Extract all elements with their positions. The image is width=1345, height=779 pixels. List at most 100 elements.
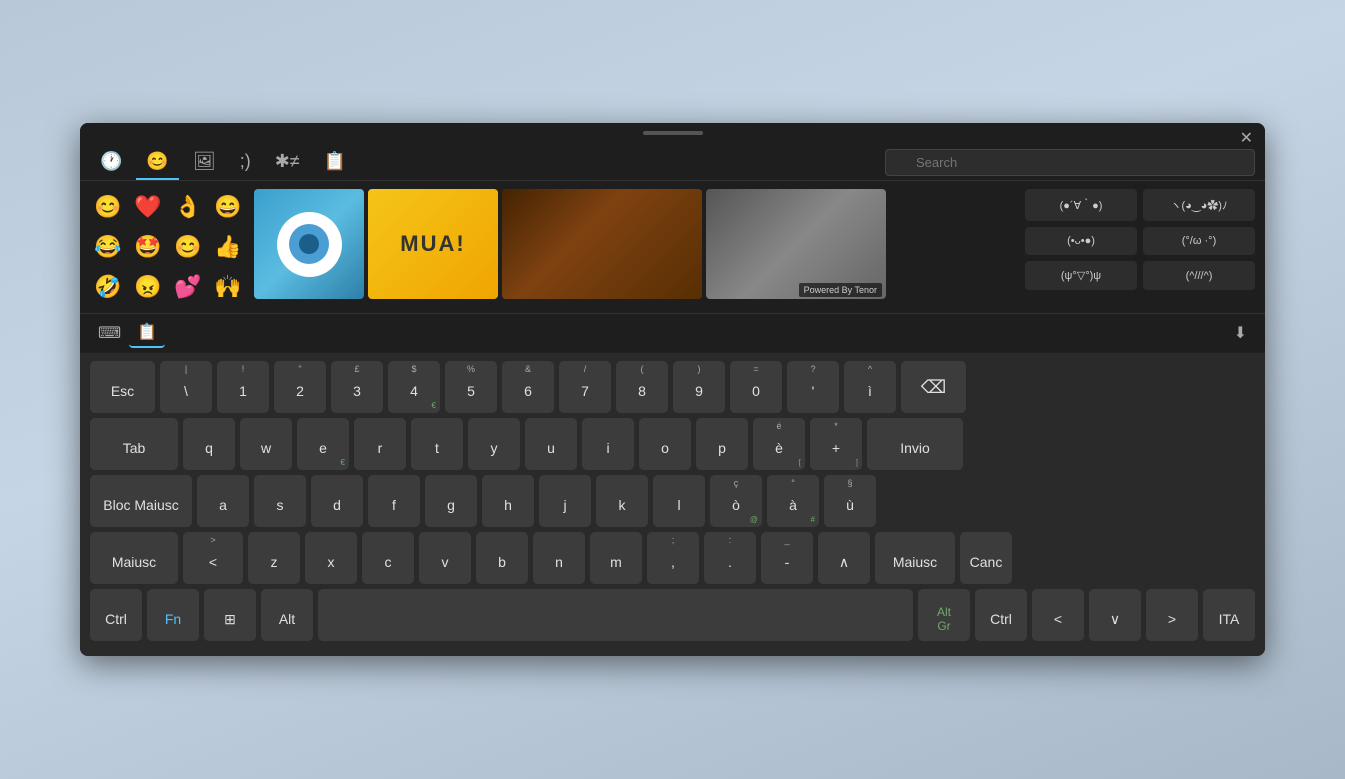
tab-symbols[interactable]: ✱≠: [265, 145, 310, 180]
key-minus[interactable]: _-: [761, 532, 813, 584]
key-g[interactable]: g: [425, 475, 477, 527]
tab-recent[interactable]: 🕐: [90, 145, 132, 180]
emoji-item[interactable]: 🤣: [90, 269, 126, 305]
key-ugrave[interactable]: §ù: [824, 475, 876, 527]
key-egrave[interactable]: éè[: [753, 418, 805, 470]
close-button[interactable]: ✕: [1240, 131, 1253, 147]
key-ctrl-left[interactable]: Ctrl: [90, 589, 142, 641]
key-o[interactable]: o: [639, 418, 691, 470]
key-alt-left[interactable]: Alt: [261, 589, 313, 641]
key-alt-gr[interactable]: AltGr: [918, 589, 970, 641]
gif-item-4[interactable]: Powered By Tenor: [706, 189, 886, 299]
emoji-item[interactable]: 👌: [170, 189, 206, 225]
key-backspace[interactable]: ⌫: [901, 361, 966, 413]
key-t[interactable]: t: [411, 418, 463, 470]
key-q[interactable]: q: [183, 418, 235, 470]
key-j[interactable]: j: [539, 475, 591, 527]
key-shift-left[interactable]: Maiusc: [90, 532, 178, 584]
key-6[interactable]: &6: [502, 361, 554, 413]
key-caps-lock[interactable]: Bloc Maiusc: [90, 475, 192, 527]
emoji-item[interactable]: 🤩: [130, 229, 166, 265]
kaomoji-btn-4[interactable]: (°/ω ·°): [1143, 227, 1255, 255]
key-arrow-left[interactable]: <: [1032, 589, 1084, 641]
key-1[interactable]: !1: [217, 361, 269, 413]
key-d[interactable]: d: [311, 475, 363, 527]
key-u[interactable]: u: [525, 418, 577, 470]
key-k[interactable]: k: [596, 475, 648, 527]
key-p[interactable]: p: [696, 418, 748, 470]
key-b[interactable]: b: [476, 532, 528, 584]
key-0[interactable]: =0: [730, 361, 782, 413]
kaomoji-btn-3[interactable]: (•ᴗ•●): [1025, 227, 1137, 255]
key-comma[interactable]: ;,: [647, 532, 699, 584]
key-y[interactable]: y: [468, 418, 520, 470]
key-s[interactable]: s: [254, 475, 306, 527]
key-l[interactable]: l: [653, 475, 705, 527]
key-f[interactable]: f: [368, 475, 420, 527]
key-r[interactable]: r: [354, 418, 406, 470]
key-win[interactable]: ⊞: [204, 589, 256, 641]
gif-item-1[interactable]: [254, 189, 364, 299]
key-agrave[interactable]: °à#: [767, 475, 819, 527]
key-4[interactable]: $4€: [388, 361, 440, 413]
key-e[interactable]: e€: [297, 418, 349, 470]
key-arrow-down[interactable]: ∨: [1089, 589, 1141, 641]
key-ita[interactable]: ITA: [1203, 589, 1255, 641]
download-toolbar-btn[interactable]: ⬇: [1226, 319, 1255, 347]
key-7[interactable]: /7: [559, 361, 611, 413]
key-ograve[interactable]: çò@: [710, 475, 762, 527]
emoji-item[interactable]: 👍: [210, 229, 246, 265]
key-z[interactable]: z: [248, 532, 300, 584]
key-n[interactable]: n: [533, 532, 585, 584]
emoji-item[interactable]: 😠: [130, 269, 166, 305]
emoji-item[interactable]: 😂: [90, 229, 126, 265]
key-apostrophe[interactable]: ?': [787, 361, 839, 413]
key-9[interactable]: )9: [673, 361, 725, 413]
key-3[interactable]: £3: [331, 361, 383, 413]
key-a[interactable]: a: [197, 475, 249, 527]
tab-kaomoji[interactable]: ;): [230, 145, 261, 180]
key-fn[interactable]: Fn: [147, 589, 199, 641]
emoji-item[interactable]: 💕: [170, 269, 206, 305]
emoji-item[interactable]: 😄: [210, 189, 246, 225]
key-space[interactable]: [318, 589, 913, 641]
key-m[interactable]: m: [590, 532, 642, 584]
tab-clipboard[interactable]: 📋: [314, 145, 356, 180]
key-2[interactable]: "2: [274, 361, 326, 413]
clipboard-toolbar-btn[interactable]: 📋: [129, 318, 165, 348]
key-c[interactable]: c: [362, 532, 414, 584]
key-5[interactable]: %5: [445, 361, 497, 413]
emoji-item[interactable]: 😊: [170, 229, 206, 265]
key-h[interactable]: h: [482, 475, 534, 527]
key-shift-right[interactable]: Maiusc: [875, 532, 955, 584]
key-caret[interactable]: ∧: [818, 532, 870, 584]
key-ctrl-right[interactable]: Ctrl: [975, 589, 1027, 641]
emoji-item[interactable]: ❤️: [130, 189, 166, 225]
key-plus[interactable]: *+]: [810, 418, 862, 470]
emoji-item[interactable]: 🙌: [210, 269, 246, 305]
gif-item-3[interactable]: [502, 189, 702, 299]
key-x[interactable]: x: [305, 532, 357, 584]
kaomoji-btn-2[interactable]: ヽ(◕‿◕✿)ﾉ: [1143, 189, 1255, 221]
key-v[interactable]: v: [419, 532, 471, 584]
key-less-than[interactable]: ><: [183, 532, 243, 584]
tab-emoji[interactable]: 😊: [136, 145, 178, 180]
kaomoji-btn-5[interactable]: (ψ°▽°)ψ: [1025, 261, 1137, 290]
kaomoji-btn-6[interactable]: (^///^): [1143, 261, 1255, 290]
emoji-item[interactable]: 😊: [90, 189, 126, 225]
keyboard-toolbar-btn[interactable]: ⌨: [90, 319, 129, 347]
key-backslash[interactable]: |\: [160, 361, 212, 413]
key-invio[interactable]: Invio: [867, 418, 963, 470]
key-arrow-right[interactable]: >: [1146, 589, 1198, 641]
key-igrave[interactable]: ^ì: [844, 361, 896, 413]
search-input[interactable]: [885, 149, 1255, 176]
kaomoji-btn-1[interactable]: (●´∀｀●): [1025, 189, 1137, 221]
drag-handle[interactable]: [80, 123, 1265, 139]
key-tab[interactable]: Tab: [90, 418, 178, 470]
key-i[interactable]: i: [582, 418, 634, 470]
key-canc[interactable]: Canc: [960, 532, 1012, 584]
key-period[interactable]: :.: [704, 532, 756, 584]
key-w[interactable]: w: [240, 418, 292, 470]
key-8[interactable]: (8: [616, 361, 668, 413]
tab-gif[interactable]: 🖼: [183, 145, 226, 180]
